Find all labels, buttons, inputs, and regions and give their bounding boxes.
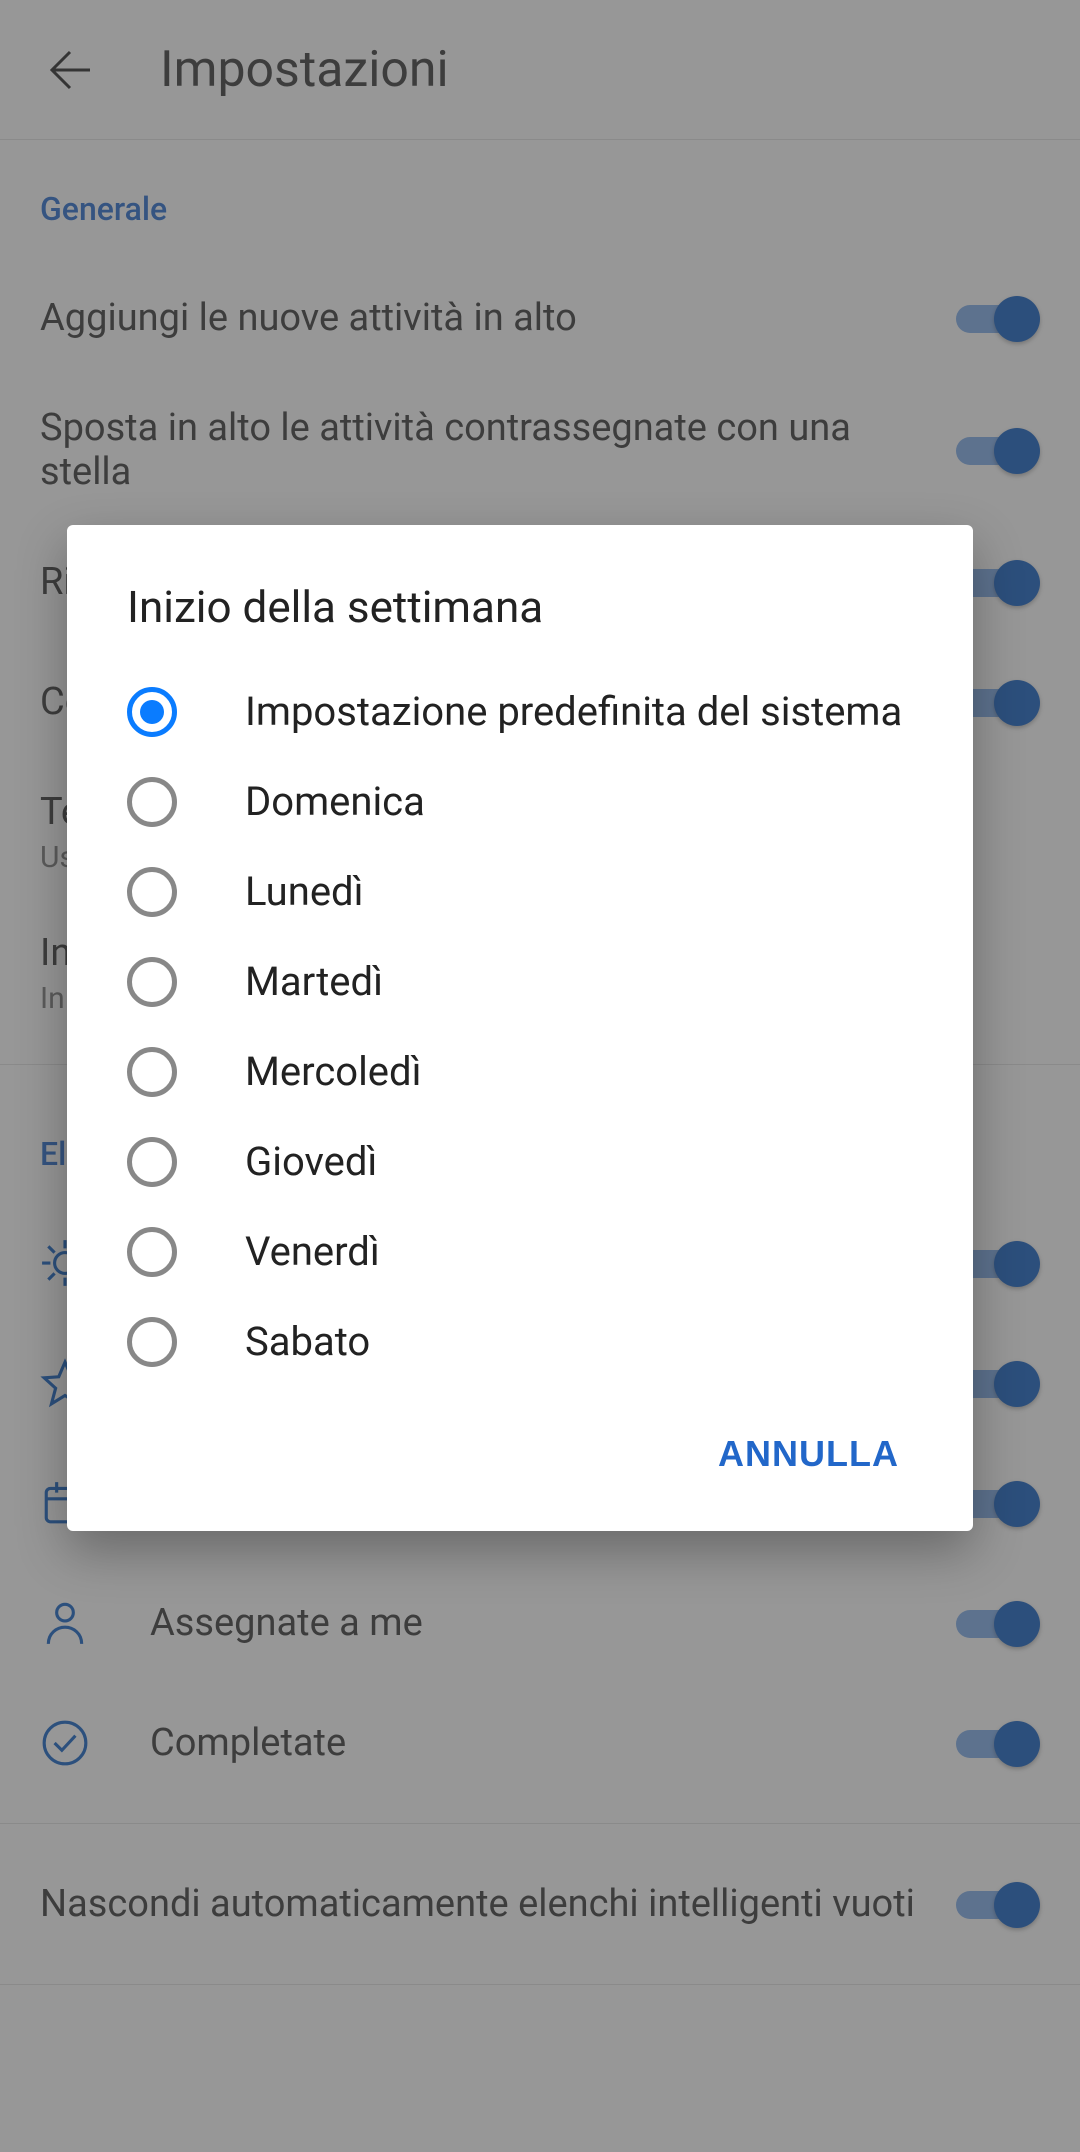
radio-label: Venerdì	[245, 1227, 380, 1277]
radio-icon	[127, 867, 177, 917]
radio-label: Sabato	[245, 1317, 370, 1367]
radio-option[interactable]: Giovedì	[67, 1117, 973, 1207]
radio-option[interactable]: Domenica	[67, 757, 973, 847]
radio-option[interactable]: Martedì	[67, 937, 973, 1027]
radio-label: Giovedì	[245, 1137, 377, 1187]
radio-label: Impostazione predefinita del sistema	[245, 687, 902, 737]
radio-option[interactable]: Venerdì	[67, 1207, 973, 1297]
radio-icon	[127, 1047, 177, 1097]
radio-icon	[127, 1317, 177, 1367]
radio-option[interactable]: Mercoledì	[67, 1027, 973, 1117]
radio-label: Martedì	[245, 957, 383, 1007]
radio-icon	[127, 777, 177, 827]
radio-label: Lunedì	[245, 867, 364, 917]
radio-option[interactable]: Lunedì	[67, 847, 973, 937]
dialog-title: Inizio della settimana	[67, 581, 973, 667]
dialog-actions: ANNULLA	[67, 1387, 973, 1511]
week-start-dialog: Inizio della settimana Impostazione pred…	[67, 525, 973, 1531]
radio-option[interactable]: Impostazione predefinita del sistema	[67, 667, 973, 757]
radio-label: Mercoledì	[245, 1047, 421, 1097]
radio-icon	[127, 687, 177, 737]
cancel-button[interactable]: ANNULLA	[694, 1417, 923, 1491]
radio-icon	[127, 1137, 177, 1187]
radio-label: Domenica	[245, 777, 425, 827]
radio-icon	[127, 1227, 177, 1277]
radio-icon	[127, 957, 177, 1007]
radio-option[interactable]: Sabato	[67, 1297, 973, 1387]
radio-list: Impostazione predefinita del sistema Dome…	[67, 667, 973, 1387]
